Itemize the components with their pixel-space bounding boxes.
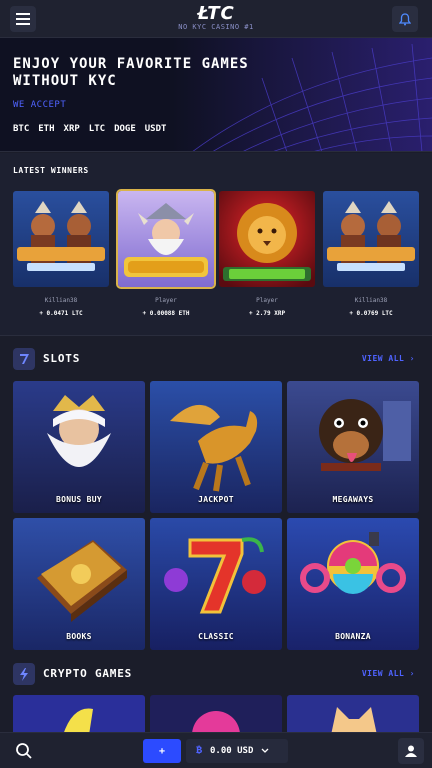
slots-section-header: SLOTS VIEW ALL › [13, 348, 419, 370]
winner-card[interactable]: Killian38 + 0.0769 LTC [323, 191, 419, 317]
winner-amount: + 0.0769 LTC [349, 310, 393, 317]
view-all-label: VIEW ALL [361, 354, 405, 363]
latest-winners-section: LATEST WINNERS Killian38 + 0.0471 LTC Pl… [0, 153, 432, 336]
bolt-icon [13, 663, 35, 685]
winner-card[interactable]: Player + 2.79 XRP [219, 191, 315, 317]
accepted-coins: BTC ETH XRP LTC DOGE USDT [13, 124, 166, 134]
coin-ltc: LTC [88, 124, 106, 134]
bell-icon [399, 12, 411, 25]
wallet-balance-select[interactable]: ₿ 0.00 USD [186, 739, 288, 763]
winner-amount: + 2.79 XRP [248, 310, 286, 317]
crypto-game-tile[interactable] [13, 695, 145, 735]
balance-value: 0.00 USD [210, 746, 254, 756]
slot-category-jackpot[interactable]: JACKPOT [150, 381, 282, 513]
crypto-games-section-header: CRYPTO GAMES VIEW ALL › [13, 663, 419, 685]
slot-category-megaways[interactable]: MEGAWAYS [287, 381, 419, 513]
hero-title: ENJOY YOUR FAVORITE GAMES WITHOUT KYC [13, 56, 249, 89]
slot-category-classic[interactable]: CLASSIC [150, 518, 282, 650]
notifications-button[interactable] [392, 6, 418, 32]
chevron-right-icon: › [409, 669, 415, 678]
game-thumbnail-chief-hawks[interactable] [323, 191, 419, 287]
crypto-view-all-link[interactable]: VIEW ALL › [362, 669, 415, 678]
user-icon [405, 745, 417, 757]
coin-btc: BTC [13, 124, 30, 134]
chevron-down-icon [261, 748, 269, 753]
tile-label: MEGAWAYS [332, 495, 374, 504]
winner-username: Player [155, 297, 177, 304]
tile-label: BONUS BUY [55, 495, 103, 504]
winner-username: Player [256, 297, 278, 304]
we-accept-label: WE ACCEPT [13, 100, 67, 110]
hero-banner: ENJOY YOUR FAVORITE GAMES WITHOUT KYC WE… [0, 38, 432, 152]
winner-amount: + 0.00088 ETH [142, 310, 190, 317]
winner-card[interactable]: Killian38 + 0.0471 LTC [13, 191, 109, 317]
game-thumbnail-gemhalla[interactable] [116, 189, 216, 289]
game-thumbnail-raging-lion[interactable] [219, 191, 315, 287]
tile-label: BONANZA [335, 632, 371, 641]
winner-username: Killian38 [44, 297, 78, 304]
winner-amount: + 0.0471 LTC [39, 310, 83, 317]
site-logo[interactable]: ŁTC [0, 3, 432, 24]
latest-winners-title: LATEST WINNERS [13, 166, 89, 175]
bottom-bar: + ₿ 0.00 USD [0, 732, 432, 768]
crypto-games-title: CRYPTO GAMES [43, 667, 133, 680]
game-thumbnail-chief-hawks[interactable] [13, 191, 109, 287]
user-account-button[interactable] [398, 738, 424, 764]
site-tagline: NO KYC CASINO #1 [178, 23, 254, 31]
winner-username: Killian38 [354, 297, 388, 304]
search-icon[interactable] [14, 741, 34, 761]
coin-xrp: XRP [63, 124, 80, 134]
slot-category-books[interactable]: BOOKS [13, 518, 145, 650]
crypto-game-tile[interactable] [287, 695, 419, 735]
slots-view-all-link[interactable]: VIEW ALL › [362, 354, 415, 363]
tile-label: BOOKS [66, 632, 92, 641]
winner-card[interactable]: Player + 0.00088 ETH [116, 189, 216, 317]
view-all-label: VIEW ALL [361, 669, 405, 678]
crypto-game-tile[interactable] [150, 695, 282, 735]
coin-usdt: USDT [144, 124, 167, 134]
bitcoin-icon: ₿ [196, 745, 203, 756]
tile-label: JACKPOT [198, 495, 234, 504]
slot-category-bonus-buy[interactable]: BONUS BUY [13, 381, 145, 513]
slots-icon [13, 348, 35, 370]
coin-eth: ETH [38, 124, 55, 134]
slot-category-bonanza[interactable]: BONANZA [287, 518, 419, 650]
slots-title: SLOTS [43, 352, 81, 365]
chevron-right-icon: › [409, 354, 415, 363]
tile-label: CLASSIC [198, 632, 234, 641]
deposit-button[interactable]: + [143, 739, 181, 763]
top-bar: ŁTC NO KYC CASINO #1 [0, 0, 432, 38]
coin-doge: DOGE [114, 124, 136, 134]
